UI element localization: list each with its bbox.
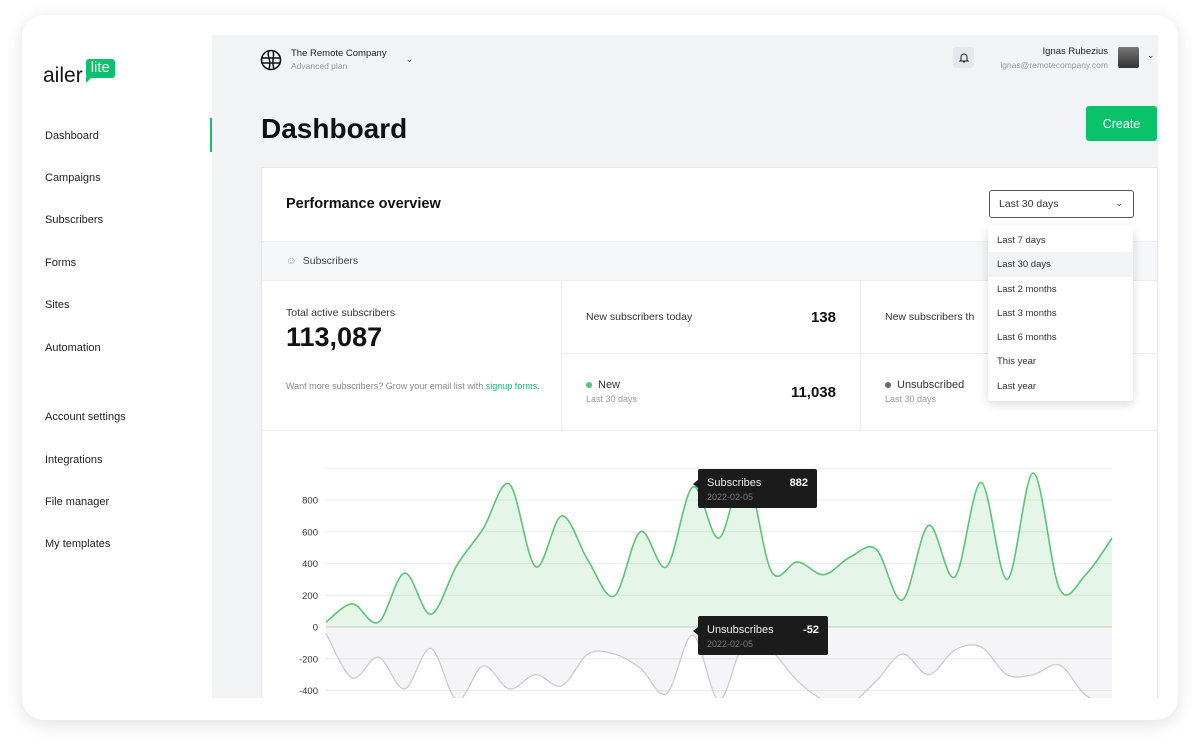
sidebar-item-account-settings[interactable]: Account settings — [45, 411, 126, 423]
option-last-2-months[interactable]: Last 2 months — [988, 277, 1133, 301]
user-icon: ☺ — [286, 255, 297, 267]
org-plan: Advanced plan — [291, 61, 348, 71]
today-value: 138 — [810, 309, 836, 326]
sidebar-item-sites[interactable]: Sites — [45, 299, 69, 311]
chevron-down-icon[interactable]: ⌄ — [1147, 50, 1155, 61]
create-button[interactable]: Create — [1086, 106, 1157, 141]
total-value: 113,087 — [286, 322, 383, 352]
page-title: Dashboard — [261, 113, 408, 144]
sidebar-item-dashboard[interactable]: Dashboard — [45, 130, 99, 142]
option-last-7-days[interactable]: Last 7 days — [988, 228, 1133, 252]
user-menu[interactable]: Ignas Rubezius ignas@remotecompany.com — [1000, 46, 1108, 70]
bell-icon — [958, 53, 969, 63]
promo-copy: Want more subscribers? Grow your email l… — [286, 381, 486, 391]
sidebar-item-campaigns[interactable]: Campaigns — [45, 172, 101, 184]
logo[interactable]: ailer lite — [43, 59, 115, 88]
logo-badge: lite — [85, 59, 115, 83]
sidebar: ailer lite Dashboard Campaigns Subscriber… — [22, 15, 212, 720]
promo-text: Want more subscribers? Grow your email l… — [286, 380, 546, 393]
option-last-year[interactable]: Last year — [988, 374, 1133, 398]
green-dot-icon — [586, 382, 592, 389]
sidebar-item-automation[interactable]: Automation — [45, 342, 101, 354]
total-subscribers-cell: Total active subscribers 113,087 Want mo… — [262, 281, 562, 431]
sidebar-item-my-templates[interactable]: My templates — [45, 538, 110, 550]
chevron-down-icon: ⌄ — [405, 54, 414, 64]
org-name: The Remote Company — [291, 48, 387, 59]
option-last-3-months[interactable]: Last 3 months — [988, 301, 1133, 325]
org-switcher[interactable]: The Remote Company Advanced plan ⌄ — [260, 48, 413, 71]
today-label: New subscribers today — [586, 311, 693, 323]
globe-icon — [260, 49, 282, 70]
date-range-select[interactable]: Last 30 days ⌄ — [989, 190, 1134, 218]
option-last-6-months[interactable]: Last 6 months — [988, 325, 1133, 349]
tab-label: Subscribers — [302, 255, 359, 267]
user-name: Ignas Rubezius — [1042, 46, 1108, 57]
date-range-value: Last 30 days — [999, 198, 1059, 210]
card-title: Performance overview — [286, 196, 441, 212]
new-label-text: New — [598, 379, 621, 391]
promo-end: . — [537, 381, 540, 391]
option-this-year[interactable]: This year — [988, 349, 1133, 373]
avatar[interactable] — [1118, 47, 1139, 68]
option-last-30-days[interactable]: Last 30 days — [988, 252, 1133, 277]
unsub-label-text: Unsubscribed — [897, 379, 965, 391]
new-value: 11,038 — [790, 384, 836, 401]
sidebar-item-subscribers[interactable]: Subscribers — [45, 214, 103, 226]
logo-text: ailer — [43, 64, 83, 87]
chevron-down-icon: ⌄ — [1115, 198, 1123, 208]
total-label: Total active subscribers — [286, 307, 396, 319]
date-range-dropdown: Last 7 days Last 30 days Last 2 months L… — [988, 225, 1133, 401]
user-email: ignas@remotecompany.com — [1000, 60, 1108, 70]
new-cell: New Last 30 days 11,038 — [562, 354, 861, 431]
gray-dot-icon — [885, 382, 891, 389]
signup-forms-link[interactable]: signup forms — [486, 381, 538, 391]
sidebar-item-file-manager[interactable]: File manager — [45, 496, 109, 508]
sidebar-item-forms[interactable]: Forms — [45, 257, 76, 269]
notifications-button[interactable] — [953, 47, 974, 68]
today-cell: New subscribers today 138 — [562, 281, 861, 354]
sidebar-item-integrations[interactable]: Integrations — [45, 454, 102, 466]
